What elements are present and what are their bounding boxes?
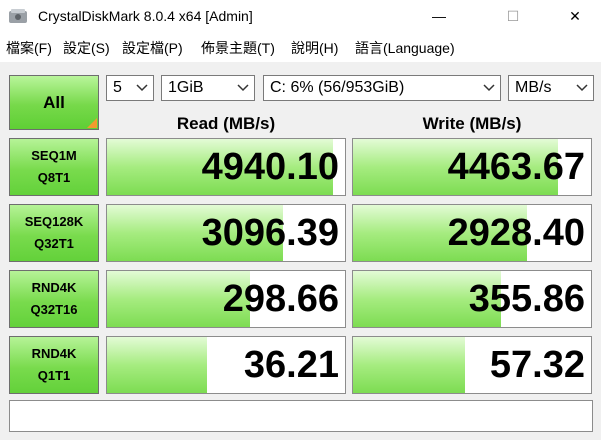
write-value: 2928.40 bbox=[447, 212, 585, 254]
test-params: Q32T16 bbox=[30, 302, 78, 317]
all-button[interactable]: All bbox=[9, 75, 99, 130]
read-result-rnd4k-q1t1: 36.21 bbox=[106, 336, 346, 394]
write-value: 57.32 bbox=[489, 344, 585, 386]
test-params: Q1T1 bbox=[37, 368, 71, 383]
test-params: Q32T1 bbox=[34, 236, 74, 251]
write-column-header: Write (MB/s) bbox=[422, 114, 522, 133]
test-name: SEQ1M bbox=[31, 148, 77, 163]
read-bar-fill bbox=[107, 337, 207, 393]
test-params: Q8T1 bbox=[37, 170, 71, 185]
write-value: 4463.67 bbox=[447, 146, 585, 188]
read-value: 3096.39 bbox=[201, 212, 339, 254]
menu-profile[interactable]: 設定檔(P) bbox=[122, 38, 183, 58]
chevron-down-icon bbox=[483, 84, 495, 92]
comment-input[interactable] bbox=[9, 400, 593, 432]
read-value: 4940.10 bbox=[201, 146, 339, 188]
test-size-select[interactable]: 1GiB bbox=[161, 75, 255, 101]
test-name: RND4K bbox=[31, 346, 77, 361]
read-result-seq1m: 4940.10 bbox=[106, 138, 346, 196]
write-result-rnd4k-q1t1: 57.32 bbox=[352, 336, 592, 394]
write-bar-fill bbox=[353, 337, 465, 393]
menu-bar: 檔案(F) 設定(S) 設定檔(P) 佈景主題(T) 說明(H) 語言(Lang… bbox=[0, 34, 601, 60]
menu-theme[interactable]: 佈景主題(T) bbox=[201, 38, 275, 58]
test-count-select[interactable]: 5 bbox=[106, 75, 154, 101]
test-name: SEQ128K bbox=[24, 214, 84, 229]
title-bar: CrystalDiskMark 8.0.4 x64 [Admin] — ☐ ✕ bbox=[0, 0, 601, 32]
test-count-value: 5 bbox=[113, 79, 122, 96]
close-button[interactable]: ✕ bbox=[552, 0, 598, 32]
test-button-rnd4k-q1t1[interactable]: RND4K Q1T1 bbox=[9, 336, 99, 394]
menu-settings[interactable]: 設定(S) bbox=[63, 38, 110, 58]
test-button-seq128k-q32t1[interactable]: SEQ128K Q32T1 bbox=[9, 204, 99, 262]
write-result-rnd4k-q32t16: 355.86 bbox=[352, 270, 592, 328]
window-title: CrystalDiskMark 8.0.4 x64 [Admin] bbox=[38, 8, 253, 24]
all-button-label: All bbox=[43, 92, 65, 112]
read-column-header: Read (MB/s) bbox=[176, 114, 276, 133]
menu-file[interactable]: 檔案(F) bbox=[6, 38, 52, 58]
chevron-down-icon bbox=[576, 84, 588, 92]
app-icon bbox=[9, 9, 27, 23]
menu-language[interactable]: 語言(Language) bbox=[355, 38, 455, 58]
test-button-rnd4k-q32t16[interactable]: RND4K Q32T16 bbox=[9, 270, 99, 328]
read-result-seq128k: 3096.39 bbox=[106, 204, 346, 262]
close-icon: ✕ bbox=[569, 7, 581, 24]
write-result-seq128k: 2928.40 bbox=[352, 204, 592, 262]
drive-select[interactable]: C: 6% (56/953GiB) bbox=[263, 75, 501, 101]
chevron-down-icon bbox=[136, 84, 148, 92]
test-size-value: 1GiB bbox=[168, 79, 204, 96]
unit-select[interactable]: MB/s bbox=[508, 75, 594, 101]
menu-help[interactable]: 說明(H) bbox=[291, 38, 338, 58]
write-value: 355.86 bbox=[468, 278, 585, 320]
read-result-rnd4k-q32t16: 298.66 bbox=[106, 270, 346, 328]
read-value: 298.66 bbox=[222, 278, 339, 320]
maximize-icon: ☐ bbox=[506, 7, 520, 24]
minimize-icon: — bbox=[432, 8, 446, 24]
maximize-button[interactable]: ☐ bbox=[490, 0, 536, 32]
chevron-down-icon bbox=[237, 84, 249, 92]
test-button-seq1m-q8t1[interactable]: SEQ1M Q8T1 bbox=[9, 138, 99, 196]
drive-value: C: 6% (56/953GiB) bbox=[270, 79, 405, 96]
read-value: 36.21 bbox=[243, 344, 339, 386]
corner-marker bbox=[87, 118, 97, 128]
minimize-button[interactable]: — bbox=[416, 0, 462, 32]
write-result-seq1m: 4463.67 bbox=[352, 138, 592, 196]
unit-value: MB/s bbox=[515, 79, 552, 96]
test-name: RND4K bbox=[31, 280, 77, 295]
